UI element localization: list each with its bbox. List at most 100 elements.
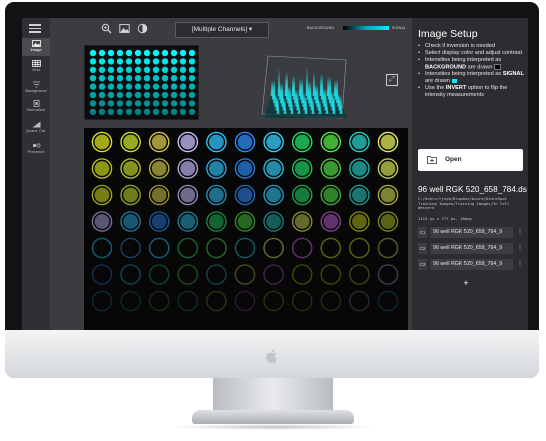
channel-row[interactable]: C2 96 well RGK 520_658_784_9 ⋮ — [418, 243, 524, 254]
channel-name[interactable]: 96 well RGK 520_658_784_9 — [430, 227, 513, 238]
thumbnail-well — [170, 58, 178, 65]
sidebar-item-presence[interactable]: Presence — [22, 142, 50, 160]
thumbnail-well — [152, 66, 160, 73]
thumbnail-well — [125, 100, 133, 107]
well-fill — [237, 187, 253, 203]
thumbnail-well — [89, 100, 97, 107]
thumbnail-well — [98, 108, 106, 115]
thumbnail-well — [125, 75, 133, 82]
well-fill — [294, 134, 310, 150]
image-setup-panel: Image Setup Check if inversion is needed… — [412, 18, 528, 330]
channel-name[interactable]: 96 well RGK 520_658_784_9 — [430, 243, 513, 254]
thumbnail-well — [143, 100, 151, 107]
thumbnail-well — [170, 83, 178, 90]
thumbnail-well — [143, 83, 151, 90]
expand-icon[interactable]: ⤢ — [386, 74, 398, 86]
thumbnail-well — [152, 49, 160, 57]
thumbnail-well — [98, 66, 106, 73]
plate-main-image[interactable] — [84, 128, 408, 330]
menu-icon[interactable] — [29, 24, 41, 33]
thumbnail-well — [134, 58, 142, 65]
more-options-icon[interactable]: ⋮ — [516, 259, 524, 270]
thumbnail-well — [125, 108, 133, 115]
contrast-icon[interactable] — [137, 23, 148, 34]
well-fill — [266, 187, 281, 203]
well-fill — [380, 187, 396, 203]
thumbnail-well — [107, 58, 115, 65]
well-fill — [94, 161, 110, 176]
sidebar-item-image[interactable]: Image — [22, 38, 50, 56]
thumbnail-well — [134, 66, 142, 73]
background-swatch — [494, 64, 502, 70]
channel-select[interactable]: [Multiple Channels] ▾ — [175, 22, 269, 38]
well-fill — [123, 214, 138, 229]
well-fill — [380, 161, 396, 176]
thumbnail-well — [170, 91, 178, 99]
channel-badge: C2 — [418, 243, 427, 254]
well-fill — [380, 214, 396, 229]
thumbnail-well — [98, 91, 106, 99]
well-fill — [123, 161, 138, 176]
channel-row[interactable]: C1 96 well RGK 520_658_784_9 ⋮ — [418, 227, 524, 238]
channel-badge: C3 — [418, 259, 427, 270]
thumbnail-well — [188, 66, 196, 73]
thumbnail-well — [125, 83, 133, 90]
thumbnail-well — [188, 100, 196, 107]
zoom-icon[interactable] — [101, 23, 112, 34]
thumbnail-well — [98, 83, 106, 90]
sidebar-item-label: Grid — [32, 67, 40, 72]
thumbnail-well — [116, 100, 124, 107]
sidebar-item-normalize[interactable]: Normalize — [22, 100, 50, 118]
thumbnail-well — [179, 58, 187, 65]
sidebar-item-quant-cal[interactable]: Quant. Cal. — [22, 121, 50, 139]
thumbnail-well — [188, 58, 196, 65]
open-file-icon — [427, 156, 437, 164]
thumbnail-well — [107, 66, 115, 73]
thumbnail-well — [170, 75, 178, 82]
more-options-icon[interactable]: ⋮ — [516, 243, 524, 254]
gradient-background-label: BACKGROUND — [307, 26, 335, 30]
well-fill — [352, 134, 367, 150]
gradient-signal-label: SIGNAL — [392, 26, 407, 30]
sidebar-item-background[interactable]: Background — [22, 81, 50, 99]
well-fill — [123, 187, 138, 203]
thumbnail-well — [107, 91, 115, 99]
plate-3d-surface-view[interactable] — [258, 48, 352, 126]
image-adjust-icon[interactable] — [119, 23, 130, 34]
instruction-item: Use the INVERT option to flip the intens… — [418, 85, 526, 99]
channel-row[interactable]: C3 96 well RGK 520_658_784_9 ⋮ — [418, 259, 524, 270]
add-channel-button[interactable]: + — [459, 277, 473, 289]
thumbnail-well — [152, 75, 160, 82]
well-fill — [209, 214, 224, 229]
channel-name[interactable]: 96 well RGK 520_658_784_9 — [430, 259, 513, 270]
thumbnail-well — [107, 83, 115, 90]
thumbnail-well — [116, 58, 124, 65]
well-fill — [352, 187, 367, 203]
thumbnail-well — [134, 49, 142, 57]
well-fill — [94, 214, 110, 229]
well-fill — [352, 214, 367, 229]
plate-thumbnail[interactable] — [84, 45, 199, 120]
thumbnail-well — [152, 108, 160, 115]
thumbnail-well — [161, 58, 169, 65]
well-fill — [180, 187, 196, 203]
open-button[interactable]: Open — [418, 149, 523, 171]
thumbnail-well — [98, 58, 106, 65]
more-options-icon[interactable]: ⋮ — [516, 227, 524, 238]
thumbnail-well — [188, 83, 196, 90]
thumbnail-well — [179, 83, 187, 90]
well-fill — [151, 161, 167, 176]
well-fill — [266, 214, 281, 229]
thumbnail-well — [125, 91, 133, 99]
well-fill — [352, 161, 367, 176]
instructions-list: Check if inversion is needed Select disp… — [418, 43, 526, 99]
sidebar-item-grid[interactable]: Grid — [22, 60, 50, 78]
well-fill — [266, 134, 281, 150]
thumbnail-well — [89, 75, 97, 82]
stand-shadow — [170, 424, 376, 430]
thumbnail-well — [161, 49, 169, 57]
image-icon — [31, 40, 41, 47]
well-fill — [209, 161, 224, 176]
well-fill — [94, 134, 110, 150]
thumbnail-well — [161, 83, 169, 90]
